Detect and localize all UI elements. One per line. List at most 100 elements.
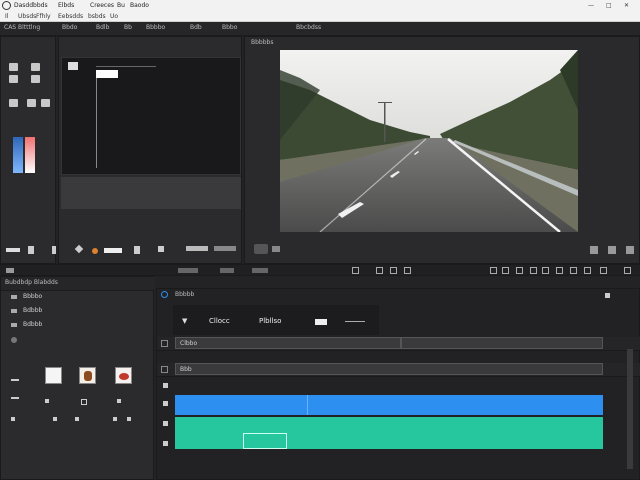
- menu-item-edit[interactable]: Elbds: [58, 2, 74, 9]
- timeline-clip[interactable]: Clbbo: [175, 337, 401, 349]
- tab-bdb[interactable]: Bdb: [190, 24, 202, 31]
- project-item[interactable]: Bdbbb: [23, 321, 42, 328]
- timeline-icon: [161, 291, 168, 298]
- toggle-chip[interactable]: [315, 319, 327, 325]
- tab-bb[interactable]: Bb: [124, 24, 132, 31]
- submenu-item[interactable]: Ubsds: [18, 13, 36, 20]
- title-overlay: [96, 70, 118, 78]
- submenu-item[interactable]: Il: [5, 13, 8, 20]
- settings-icon[interactable]: [272, 246, 280, 252]
- tool-icon[interactable]: [490, 267, 497, 274]
- tool-icon[interactable]: [556, 267, 563, 274]
- submenu-item[interactable]: Uo: [110, 13, 118, 20]
- track-toggle-icon[interactable]: [163, 383, 168, 388]
- clip-thumbnail[interactable]: [79, 367, 96, 384]
- tool-icon[interactable]: [390, 267, 397, 274]
- tool-button[interactable]: [9, 99, 18, 107]
- record-icon[interactable]: [92, 248, 98, 254]
- timeline-clip[interactable]: [401, 337, 603, 349]
- video-clip-blue[interactable]: [175, 395, 603, 415]
- clip-thumbnail[interactable]: [45, 367, 62, 384]
- toggle-button[interactable]: [220, 268, 234, 273]
- mark-in-icon[interactable]: [28, 246, 34, 254]
- clip-thumbnail[interactable]: [115, 367, 132, 384]
- tool-icon[interactable]: [502, 267, 509, 274]
- tool-icon[interactable]: [600, 267, 607, 274]
- tool-button[interactable]: [41, 99, 50, 107]
- add-marker-icon[interactable]: [74, 244, 84, 254]
- menu-item-clip[interactable]: Creeces: [90, 2, 114, 9]
- tab-bbdo[interactable]: Bbdo: [62, 24, 77, 31]
- tool-icon[interactable]: [516, 267, 523, 274]
- menu-item-file[interactable]: Dasddbbds: [14, 2, 48, 9]
- color-swatch-blue[interactable]: [13, 137, 23, 173]
- sequence-tab[interactable]: Bbbbb: [175, 291, 194, 298]
- maximize-panel-icon[interactable]: [626, 246, 634, 254]
- scrub-bar[interactable]: [186, 246, 208, 251]
- export-frame-button[interactable]: [254, 244, 268, 254]
- tab-bbbo[interactable]: Bbbo: [222, 24, 237, 31]
- button-editor-icon[interactable]: [590, 246, 598, 254]
- header-text-1: Cllocc: [209, 317, 230, 325]
- icon-view-icon[interactable]: [11, 417, 15, 421]
- tool-icon[interactable]: [570, 267, 577, 274]
- tool-icon[interactable]: [352, 267, 359, 274]
- submenu-item[interactable]: Eebsdds: [58, 13, 83, 20]
- play-icon[interactable]: ▼: [182, 317, 187, 325]
- tool-icon[interactable]: [404, 267, 411, 274]
- track-lock-icon[interactable]: [161, 366, 168, 373]
- tool-icon[interactable]: [624, 267, 631, 274]
- audio-segment[interactable]: [243, 433, 287, 449]
- mark-out-icon[interactable]: [52, 246, 56, 254]
- minimize-button[interactable]: —: [588, 2, 594, 9]
- tab-bbcbdss[interactable]: Bbcbdss: [296, 24, 321, 31]
- clip-badge: [81, 399, 87, 405]
- program-tab[interactable]: Bbbbbs: [251, 39, 273, 46]
- timeline-scrollbar[interactable]: [627, 349, 633, 469]
- timeline-clip[interactable]: Bbb: [175, 363, 603, 375]
- zoom-icon[interactable]: [608, 246, 616, 254]
- wrench-icon[interactable]: [345, 321, 365, 322]
- tool-button[interactable]: [31, 63, 40, 71]
- clip-badge: [117, 399, 121, 403]
- audio-clip-green[interactable]: [175, 417, 603, 449]
- track-toggle-icon[interactable]: [163, 441, 168, 446]
- project-item[interactable]: Bbbbo: [23, 293, 42, 300]
- menu-item-bu[interactable]: Bu: [117, 2, 125, 9]
- play-icon[interactable]: [134, 246, 140, 254]
- track-lock-icon[interactable]: [161, 340, 168, 347]
- tab-bdlb[interactable]: Bdlb: [96, 24, 109, 31]
- list-view-icon[interactable]: [11, 397, 19, 399]
- tool-button[interactable]: [9, 63, 18, 71]
- sub-menu-bar: Il Ubsds Ffhly Eebsdds bsbds Uo: [0, 12, 640, 22]
- tool-button[interactable]: [27, 99, 36, 107]
- toggle-button[interactable]: [178, 268, 198, 273]
- project-tab[interactable]: Bubdbdp Blabdds: [5, 279, 58, 286]
- close-button[interactable]: ✕: [624, 2, 629, 9]
- toggle-button[interactable]: [252, 268, 268, 273]
- tool-button[interactable]: [31, 75, 40, 83]
- maximize-button[interactable]: □: [606, 2, 612, 9]
- tab-source[interactable]: CAS Bltttlng: [4, 24, 40, 31]
- tool-icon[interactable]: [584, 267, 591, 274]
- menu-item-view[interactable]: Baodo: [130, 2, 149, 9]
- submenu-item[interactable]: bsbds: [88, 13, 106, 20]
- project-item[interactable]: Bdbbb: [23, 307, 42, 314]
- track-toggle-icon[interactable]: [163, 401, 168, 406]
- menu-icon[interactable]: [605, 293, 610, 298]
- menu-icon[interactable]: [6, 268, 14, 273]
- tool-button[interactable]: [9, 75, 18, 83]
- step-icon[interactable]: [158, 246, 164, 252]
- tools-panel: [0, 36, 56, 264]
- submenu-item[interactable]: Ffhly: [36, 13, 51, 20]
- track-row: Clbbo: [157, 337, 640, 351]
- list-view-icon[interactable]: [11, 379, 19, 381]
- scrub-bar[interactable]: [214, 246, 236, 251]
- color-swatch-red[interactable]: [25, 137, 35, 173]
- track-toggle-icon[interactable]: [163, 421, 168, 426]
- tool-icon[interactable]: [376, 267, 383, 274]
- marker-icon: [68, 62, 78, 70]
- tool-icon[interactable]: [542, 267, 549, 274]
- tool-icon[interactable]: [530, 267, 537, 274]
- tab-bbbbo[interactable]: Bbbbo: [146, 24, 165, 31]
